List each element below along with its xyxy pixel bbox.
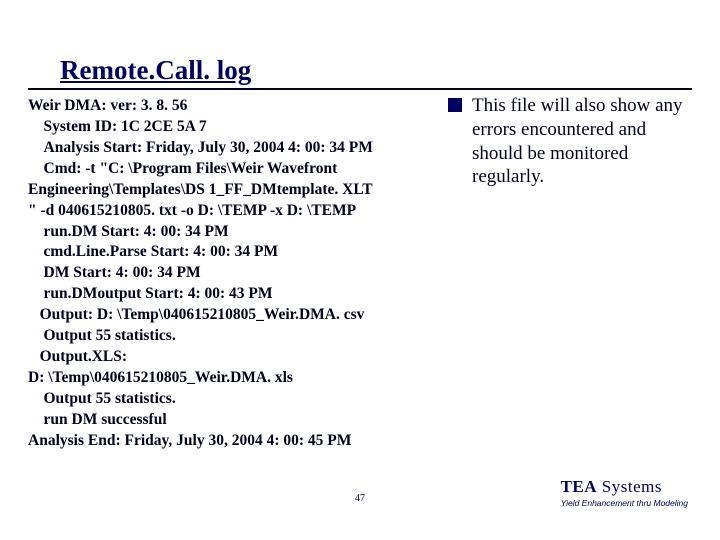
bullet-text: This file will also show any errors enco…	[472, 94, 696, 189]
title-underline-rule	[28, 88, 692, 90]
slide: Remote.Call. log Weir DMA: ver: 3. 8. 56…	[0, 0, 720, 540]
brand-block: TEA Systems Yield Enhancement thru Model…	[561, 477, 688, 508]
bullet-list: This file will also show any errors enco…	[448, 94, 696, 189]
brand-tagline: Yield Enhancement thru Modeling	[561, 498, 688, 508]
brand-name-rest: Systems	[597, 477, 662, 496]
slide-title: Remote.Call. log	[60, 55, 251, 86]
brand-name: TEA Systems	[561, 477, 688, 497]
square-bullet-icon	[448, 98, 462, 112]
bullet-item: This file will also show any errors enco…	[448, 94, 696, 189]
brand-name-strong: TEA	[561, 477, 597, 496]
log-block: Weir DMA: ver: 3. 8. 56 System ID: 1C 2C…	[28, 96, 440, 452]
